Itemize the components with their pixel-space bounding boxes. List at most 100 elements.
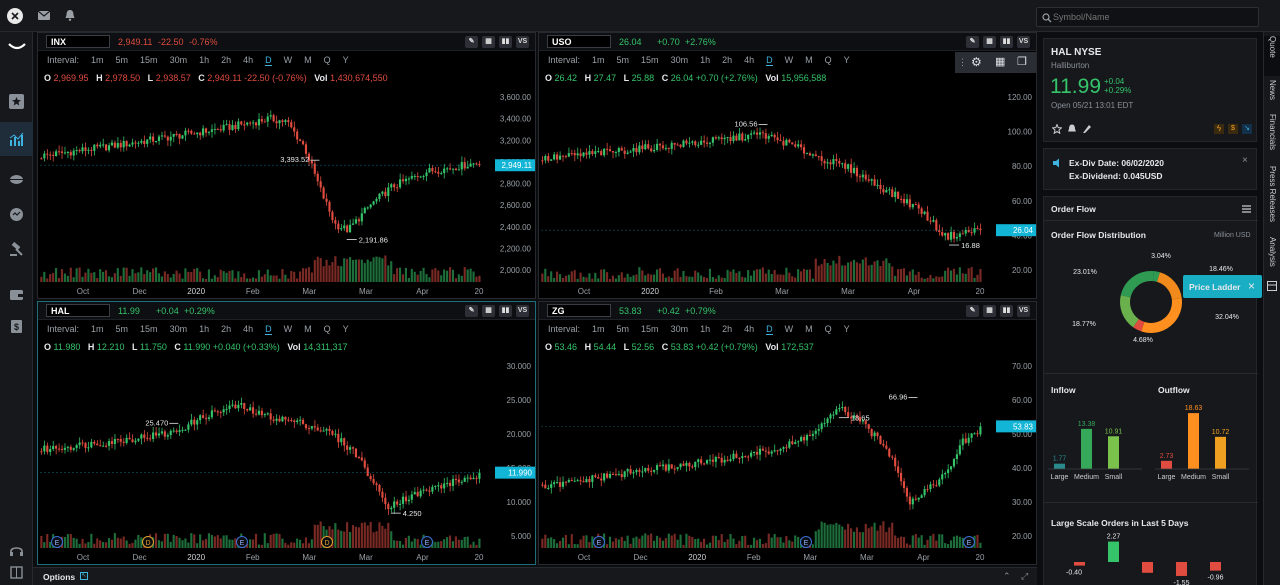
interval-option[interactable]: 30m — [170, 55, 188, 66]
interval-option[interactable]: Q — [825, 324, 832, 335]
interval-option[interactable]: M — [304, 324, 312, 335]
interval-option[interactable]: D — [766, 55, 773, 66]
interval-option[interactable]: 5m — [116, 324, 129, 335]
interval-option[interactable]: 30m — [671, 324, 689, 335]
tab-press-releases[interactable]: Press Releases — [1264, 166, 1280, 236]
app-logo-icon[interactable] — [7, 8, 23, 24]
interval-option[interactable]: 1m — [91, 55, 104, 66]
chart-pane-hal[interactable]: HAL 11.99 +0.04 +0.29% ✎ ▦ ▮▮ VS Interva… — [37, 301, 536, 565]
interval-option[interactable]: W — [284, 55, 293, 66]
draw-pencil-icon[interactable]: ✎ — [465, 305, 478, 317]
interval-option[interactable]: Y — [844, 324, 850, 335]
interval-option[interactable]: M — [304, 55, 312, 66]
interval-option[interactable]: W — [785, 324, 794, 335]
options-expand-icon[interactable]: ↖ — [80, 572, 88, 580]
interval-option[interactable]: 4h — [744, 324, 754, 335]
draw-pencil-icon[interactable]: ✎ — [966, 305, 979, 317]
wallet-icon[interactable] — [9, 287, 24, 304]
candle-type-icon[interactable]: ▮▮ — [499, 305, 512, 317]
close-icon[interactable]: × — [1242, 155, 1248, 166]
interval-option[interactable]: 4h — [243, 55, 253, 66]
interval-option[interactable]: W — [284, 324, 293, 335]
alert-bell-icon[interactable] — [1067, 124, 1077, 134]
interval-option[interactable]: Q — [324, 55, 331, 66]
interval-option[interactable]: 5m — [617, 55, 630, 66]
fullscreen-icon[interactable]: ⤢ — [1021, 571, 1028, 582]
tab-financials[interactable]: Financials — [1264, 114, 1280, 162]
layout-icon[interactable] — [9, 565, 24, 582]
mail-icon[interactable] — [37, 10, 51, 20]
indicator-icon[interactable]: ▦ — [482, 36, 495, 48]
candle-type-icon[interactable]: ▮▮ — [1000, 36, 1013, 48]
interval-option[interactable]: 5m — [116, 55, 129, 66]
indicator-icon[interactable]: ▦ — [482, 305, 495, 317]
settings-gear-icon[interactable]: ⚙ — [971, 55, 982, 69]
gavel-icon[interactable] — [9, 241, 24, 259]
headset-icon[interactable] — [9, 544, 24, 561]
panel-layout-icon[interactable] — [1267, 281, 1277, 291]
interval-option[interactable]: M — [805, 324, 813, 335]
interval-option[interactable]: M — [805, 55, 813, 66]
collapse-up-icon[interactable]: ⌃ — [1003, 571, 1011, 582]
symbol-input[interactable]: HAL — [46, 304, 110, 317]
tab-news[interactable]: News — [1264, 80, 1280, 110]
interval-option[interactable]: 15m — [641, 324, 659, 335]
watchlist-star-icon[interactable] — [9, 94, 24, 109]
compare-vs-button[interactable]: VS — [516, 36, 529, 48]
interval-option[interactable]: 2h — [221, 55, 231, 66]
interval-option[interactable]: 4h — [744, 55, 754, 66]
price-ladder-close-icon[interactable]: × — [1248, 279, 1255, 293]
dollar-doc-icon[interactable]: $ — [9, 319, 24, 336]
tab-quote[interactable]: Quote — [1264, 36, 1280, 76]
tab-analysis[interactable]: Analysis — [1264, 237, 1280, 279]
interval-option[interactable]: Y — [343, 324, 349, 335]
interval-option[interactable]: 1h — [700, 324, 710, 335]
price-ladder-button[interactable]: Price Ladder × — [1183, 275, 1262, 298]
trend-badge-icon[interactable]: ↘ — [1242, 124, 1252, 134]
interval-option[interactable]: 1h — [199, 55, 209, 66]
grid-layout-icon[interactable]: ▦ — [995, 55, 1005, 68]
draw-icon[interactable] — [1082, 124, 1092, 134]
compare-vs-button[interactable]: VS — [1017, 36, 1030, 48]
interval-option[interactable]: 15m — [641, 55, 659, 66]
dollar-badge-icon[interactable]: $ — [1228, 124, 1238, 134]
search-input[interactable] — [1053, 10, 1253, 24]
interval-option[interactable]: 4h — [243, 324, 253, 335]
interval-option[interactable]: W — [785, 55, 794, 66]
candle-type-icon[interactable]: ▮▮ — [1000, 305, 1013, 317]
interval-option[interactable]: 1m — [91, 324, 104, 335]
globe-icon[interactable] — [9, 172, 24, 189]
flash-badge-icon[interactable]: ϟ — [1214, 124, 1224, 134]
chart-pane-uso[interactable]: USO 26.04 +0.70 +2.76% ✎ ▦ ▮▮ VS Interva… — [538, 32, 1037, 299]
interval-option[interactable]: 15m — [140, 55, 158, 66]
star-icon[interactable] — [1052, 124, 1062, 134]
chart-pane-inx[interactable]: INX 2,949.11 -22.50 -0.76% ✎ ▦ ▮▮ VS Int… — [37, 32, 536, 299]
copy-icon[interactable]: ❐ — [1017, 55, 1027, 68]
interval-option[interactable]: 2h — [722, 55, 732, 66]
interval-option[interactable]: 2h — [221, 324, 231, 335]
candle-type-icon[interactable]: ▮▮ — [499, 36, 512, 48]
drag-handle-icon[interactable]: ⋮ — [958, 57, 967, 68]
interval-option[interactable]: 1h — [700, 55, 710, 66]
symbol-input[interactable]: ZG — [547, 304, 611, 317]
menu-icon[interactable] — [1242, 205, 1251, 213]
interval-option[interactable]: D — [766, 324, 773, 335]
indicator-icon[interactable]: ▦ — [983, 305, 996, 317]
chat-icon[interactable] — [9, 207, 24, 224]
options-tab[interactable]: Options — [43, 572, 75, 582]
symbol-input[interactable]: USO — [547, 35, 611, 48]
interval-option[interactable]: 30m — [170, 324, 188, 335]
draw-pencil-icon[interactable]: ✎ — [966, 36, 979, 48]
interval-option[interactable]: Y — [844, 55, 850, 66]
indicator-icon[interactable]: ▦ — [983, 36, 996, 48]
chart-nav-icon[interactable] — [9, 132, 24, 147]
draw-pencil-icon[interactable]: ✎ — [465, 36, 478, 48]
chart-pane-zg[interactable]: ZG 53.83 +0.42 +0.79% ✎ ▦ ▮▮ VS Interval… — [538, 301, 1037, 565]
interval-option[interactable]: Q — [324, 324, 331, 335]
interval-option[interactable]: 2h — [722, 324, 732, 335]
search-box[interactable] — [1036, 7, 1259, 27]
interval-option[interactable]: D — [265, 55, 272, 66]
interval-option[interactable]: 1m — [592, 55, 605, 66]
interval-option[interactable]: 1h — [199, 324, 209, 335]
symbol-input[interactable]: INX — [46, 35, 110, 48]
